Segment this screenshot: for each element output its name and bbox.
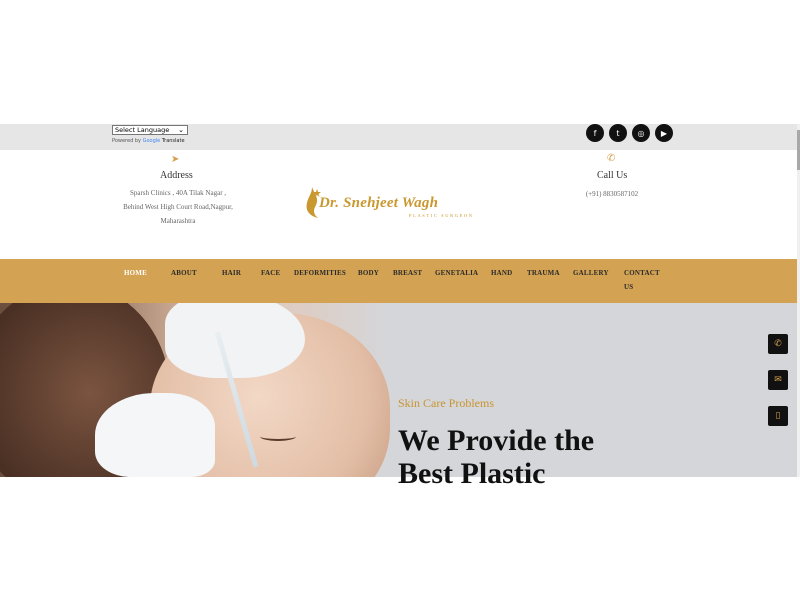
google-logo: Google (142, 138, 161, 144)
youtube-icon[interactable]: ▶ (655, 124, 673, 142)
language-select[interactable]: Select Language ⌄ (112, 125, 188, 135)
hero-title-line-2: Best Plastic (398, 457, 546, 490)
call-title: Call Us (597, 170, 628, 181)
youtube-glyph: ▶ (660, 128, 668, 138)
powered-by-text: Powered by (112, 138, 141, 144)
logo-subtitle: PLASTIC SURGEON (409, 213, 474, 218)
hero-image (0, 303, 390, 477)
google-translate-credit: Powered by Google Translate (112, 138, 185, 144)
email-button[interactable]: ✉ (768, 370, 788, 390)
facebook-glyph: f (593, 128, 597, 138)
hero-glove-bottom (95, 393, 215, 477)
mobile-phone-icon: ▯ (775, 411, 781, 421)
nav-contact[interactable]: CONTACT (624, 269, 660, 277)
whatsapp-icon: ✆ (774, 339, 782, 349)
envelope-icon: ✉ (774, 375, 782, 385)
mobile-button[interactable]: ▯ (768, 406, 788, 426)
location-arrow-icon: ➤ (171, 154, 180, 165)
facebook-icon[interactable]: f (586, 124, 604, 142)
nav-genetalia[interactable]: GENETALIA (435, 269, 478, 277)
nav-body[interactable]: BODY (358, 269, 379, 277)
nav-about[interactable]: ABOUT (171, 269, 197, 277)
address-title: Address (160, 170, 193, 181)
hero-eye (260, 432, 296, 441)
language-select-label: Select Language (115, 126, 170, 134)
nav-trauma[interactable]: TRAUMA (527, 269, 560, 277)
call-phone[interactable]: (+91) 8830587102 (570, 187, 654, 201)
nav-hand[interactable]: HAND (491, 269, 512, 277)
site-logo[interactable]: Dr. Snehjeet Wagh PLASTIC SURGEON (303, 185, 483, 225)
nav-face[interactable]: FACE (261, 269, 280, 277)
logo-name: Dr. Snehjeet Wagh (319, 195, 439, 211)
twitter-glyph: t (616, 128, 620, 138)
nav-hair[interactable]: HAIR (222, 269, 241, 277)
instagram-glyph: ◎ (637, 128, 645, 138)
twitter-icon[interactable]: t (609, 124, 627, 142)
nav-contact-us[interactable]: US (624, 283, 633, 291)
nav-breast[interactable]: BREAST (393, 269, 422, 277)
hero-glove-top (165, 303, 305, 378)
address-text: Sparsh Clinics , 40A Tilak Nagar , Behin… (108, 186, 248, 228)
translate-link[interactable]: Translate (162, 138, 185, 144)
address-line-3: Maharashtra (160, 217, 196, 225)
nav-deformities[interactable]: DEFORMITIES (294, 269, 346, 277)
chevron-down-icon: ⌄ (178, 126, 184, 134)
hero-subtitle: Skin Care Problems (398, 396, 494, 410)
instagram-icon[interactable]: ◎ (632, 124, 650, 142)
whatsapp-button[interactable]: ✆ (768, 334, 788, 354)
hero-title: We Provide the Best Plastic (398, 424, 594, 490)
nav-gallery[interactable]: GALLERY (573, 269, 609, 277)
address-line-1: Sparsh Clinics , 40A Tilak Nagar , (129, 189, 227, 197)
phone-icon: ✆ (607, 153, 616, 164)
main-nav (0, 259, 797, 303)
hero-title-line-1: We Provide the (398, 424, 595, 457)
nav-home[interactable]: HOME (124, 269, 147, 277)
address-line-2: Behind West High Court Road,Nagpur, (123, 203, 233, 211)
